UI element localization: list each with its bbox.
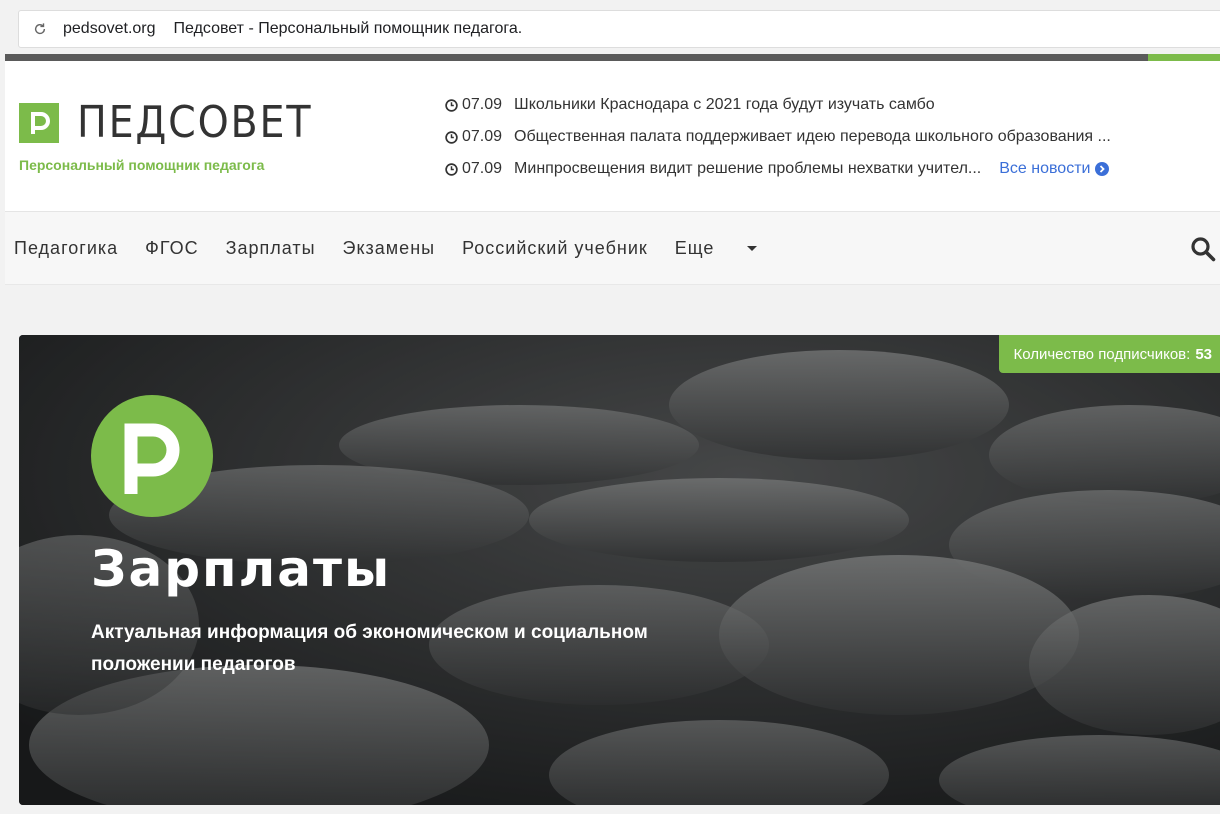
clock-icon [445,162,458,176]
main-nav: Педагогика ФГОС Зарплаты Экзамены Россий… [5,212,1220,285]
search-icon[interactable] [1190,236,1216,262]
site-logo[interactable]: ПЕДСОВЕТ [19,97,338,148]
nav-item-pedagogika[interactable]: Педагогика [14,238,118,259]
news-date: 07.09 [462,128,503,145]
news-ticker: 07.09 Школьники Краснодара с 2021 года б… [445,89,1215,185]
news-item[interactable]: 07.09 Минпросвещения видит решение пробл… [445,153,1215,185]
nav-item-more[interactable]: Еще [675,238,758,259]
subscribers-count: 53 [1195,345,1212,363]
arrow-circle-right-icon [1095,162,1110,176]
nav-item-fgos[interactable]: ФГОС [145,238,198,259]
news-item[interactable]: 07.09 Общественная палата поддерживает и… [445,121,1215,153]
address-bar[interactable]: pedsovet.org Педсовет - Персональный пом… [18,10,1220,48]
clock-icon [445,98,458,112]
nav-item-zarplaty[interactable]: Зарплаты [226,238,316,259]
page-title: Педсовет - Персональный помощник педагог… [173,20,523,37]
nav-item-rossiyskiy-uchebnik[interactable]: Российский учебник [462,238,648,259]
logo-text: ПЕДСОВЕТ [77,97,313,148]
clock-icon [445,130,458,144]
nav-more-label[interactable]: Еще [675,238,715,258]
site-header: ПЕДСОВЕТ Персональный помощник педагога … [5,61,1220,212]
caret-down-icon [747,246,758,252]
news-date: 07.09 [462,96,503,113]
site-tagline: Персональный помощник педагога [19,157,265,173]
subscribers-label: Количество подписчиков: [1013,345,1191,363]
logo-mark-icon [19,102,59,143]
category-logo-icon [91,395,213,517]
reload-icon[interactable] [33,22,47,36]
url-text[interactable]: pedsovet.org [63,20,156,38]
progress-fill [1148,54,1220,61]
progress-bar [5,54,1220,61]
all-news-link[interactable]: Все новости [999,160,1110,178]
nav-item-ekzameny[interactable]: Экзамены [343,238,436,259]
hero-banner: Количество подписчиков: 53 Зарплаты Акту… [19,335,1220,805]
hero-title: Зарплаты [91,540,392,598]
news-headline[interactable]: Минпросвещения видит решение проблемы не… [514,160,981,178]
news-date: 07.09 [462,160,503,177]
news-item[interactable]: 07.09 Школьники Краснодара с 2021 года б… [445,89,1215,121]
hero-subtitle: Актуальная информация об экономическом и… [91,622,648,675]
news-headline[interactable]: Общественная палата поддерживает идею пе… [514,128,1111,146]
all-news-label[interactable]: Все новости [999,160,1090,178]
subscribers-badge: Количество подписчиков: 53 [999,335,1220,373]
news-headline[interactable]: Школьники Краснодара с 2021 года будут и… [514,96,935,114]
